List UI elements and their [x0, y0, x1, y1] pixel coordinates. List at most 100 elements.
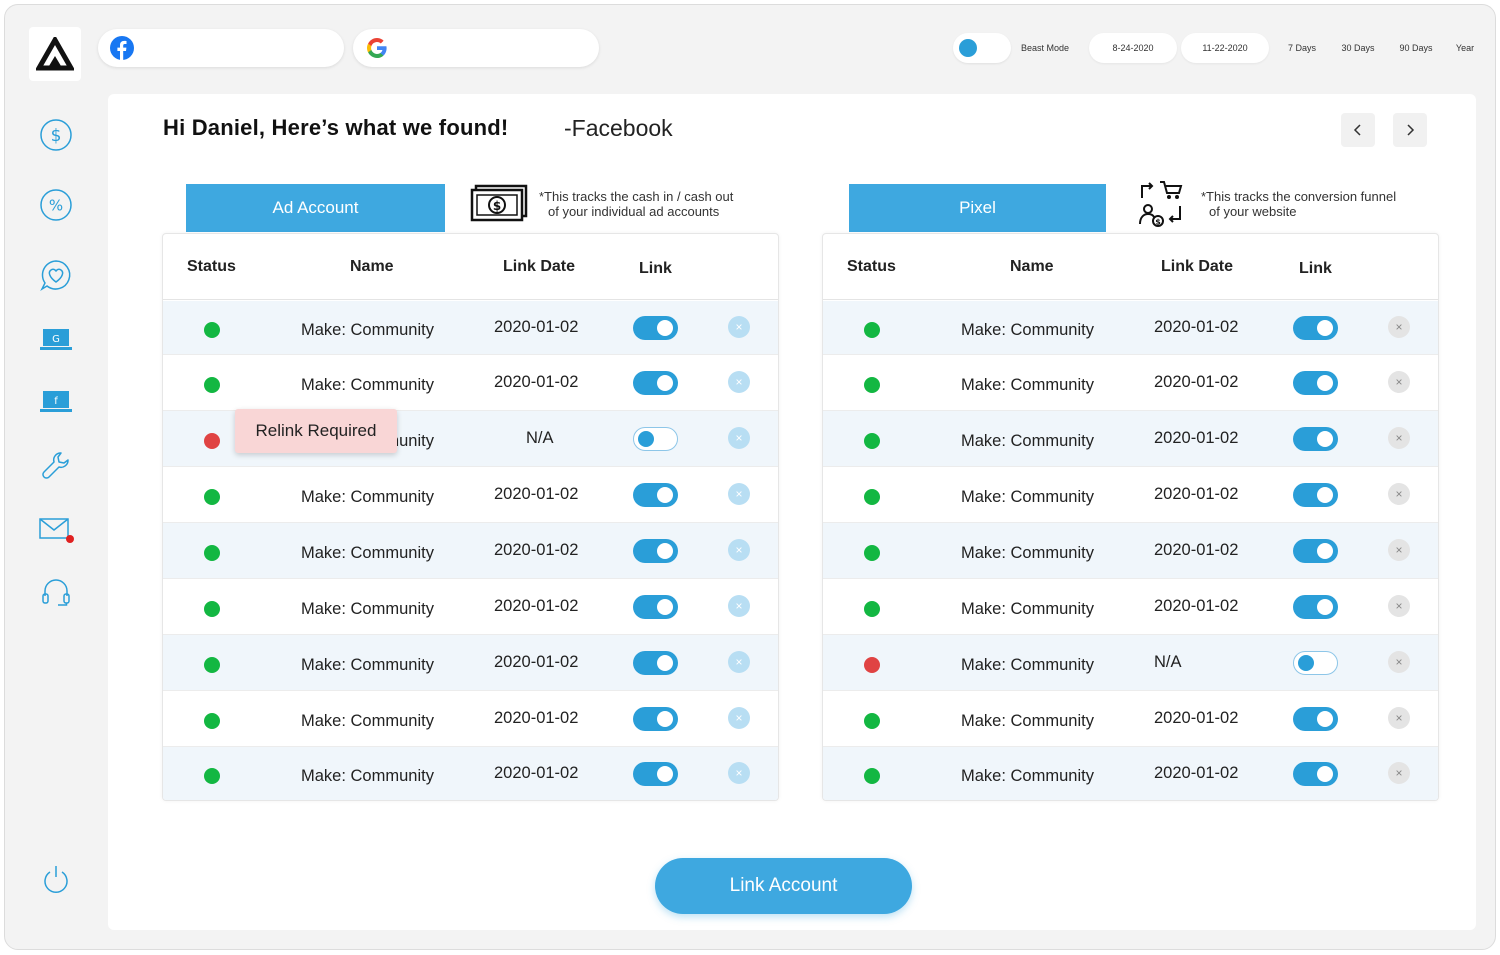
sidebar-item-mail[interactable]: [33, 507, 79, 551]
link-toggle[interactable]: [1293, 539, 1338, 563]
row-name: Make: Community: [961, 656, 1094, 674]
status-indicator: [204, 713, 220, 729]
status-indicator: [864, 489, 880, 505]
platform-label: -Facebook: [564, 115, 673, 141]
chevron-right-icon: [1407, 124, 1415, 136]
column-name: Name: [1010, 258, 1054, 275]
link-toggle[interactable]: [1293, 483, 1338, 507]
remove-button[interactable]: ×: [728, 483, 750, 505]
table-row: Make: Community 2020-01-02 ×: [163, 579, 778, 635]
next-button[interactable]: [1393, 113, 1427, 147]
google-account-selector[interactable]: [353, 29, 599, 67]
row-link-date: 2020-01-02: [1154, 541, 1239, 559]
beast-mode-toggle[interactable]: [953, 33, 1011, 63]
status-indicator: [864, 657, 880, 673]
ad-account-table: Status Name Link Date Link Make: Communi…: [162, 233, 779, 801]
link-toggle[interactable]: [1293, 651, 1338, 675]
remove-button[interactable]: ×: [728, 762, 750, 784]
pixel-note: *This tracks the conversion funnel of yo…: [1201, 189, 1396, 219]
brand-logo[interactable]: [29, 27, 81, 81]
row-name: Make: Community: [301, 321, 434, 339]
link-toggle[interactable]: [633, 539, 678, 563]
percent-icon: %: [40, 189, 72, 221]
tab-pixel[interactable]: Pixel: [849, 184, 1106, 232]
sidebar-item-engagement[interactable]: [33, 253, 79, 297]
chevron-left-icon: [1353, 124, 1361, 136]
range-90-days[interactable]: 90 Days: [1391, 33, 1441, 63]
remove-button[interactable]: ×: [1388, 427, 1410, 449]
link-toggle[interactable]: [633, 762, 678, 786]
remove-button[interactable]: ×: [1388, 483, 1410, 505]
row-link-date: 2020-01-02: [1154, 373, 1239, 391]
status-indicator: [204, 601, 220, 617]
table-row: Make: Community 2020-01-02 ×: [163, 523, 778, 579]
row-name: Make: Community: [301, 712, 434, 730]
remove-button[interactable]: ×: [728, 595, 750, 617]
remove-button[interactable]: ×: [1388, 539, 1410, 561]
heart-chat-icon: [40, 260, 71, 291]
remove-button[interactable]: ×: [1388, 316, 1410, 338]
row-link-date: 2020-01-02: [494, 373, 579, 391]
range-7-days[interactable]: 7 Days: [1277, 33, 1327, 63]
remove-button[interactable]: ×: [728, 539, 750, 561]
google-ads-icon: G: [40, 329, 72, 350]
remove-button[interactable]: ×: [728, 427, 750, 449]
tab-ad-account[interactable]: Ad Account: [186, 184, 445, 232]
table-row: Make: Community 2020-01-02 ×: [823, 523, 1438, 579]
link-toggle[interactable]: [633, 707, 678, 731]
column-status: Status: [847, 258, 896, 275]
prev-button[interactable]: [1341, 113, 1375, 147]
range-30-days[interactable]: 30 Days: [1333, 33, 1383, 63]
remove-button[interactable]: ×: [1388, 371, 1410, 393]
status-indicator: [864, 322, 880, 338]
sidebar-item-tools[interactable]: [33, 443, 79, 487]
remove-button[interactable]: ×: [1388, 762, 1410, 784]
facebook-account-selector[interactable]: [98, 29, 344, 67]
link-toggle[interactable]: [1293, 595, 1338, 619]
range-year[interactable]: Year: [1447, 33, 1483, 63]
remove-button[interactable]: ×: [1388, 707, 1410, 729]
link-toggle[interactable]: [633, 316, 678, 340]
sidebar-item-facebook-ads[interactable]: f: [33, 380, 79, 424]
sidebar-item-dollar[interactable]: $: [33, 113, 79, 157]
remove-button[interactable]: ×: [1388, 651, 1410, 673]
link-toggle[interactable]: [1293, 371, 1338, 395]
sidebar-item-support[interactable]: [33, 571, 79, 615]
link-toggle[interactable]: [633, 371, 678, 395]
power-icon: [44, 866, 68, 893]
mail-icon: [39, 518, 74, 543]
link-toggle[interactable]: [1293, 316, 1338, 340]
table-row: Make: Community 2020-01-02 ×: [823, 579, 1438, 635]
link-toggle[interactable]: [1293, 762, 1338, 786]
main-panel: Hi Daniel, Here’s what we found! -Facebo…: [108, 94, 1476, 930]
date-end-field[interactable]: 11-22-2020: [1181, 33, 1269, 63]
link-toggle[interactable]: [1293, 707, 1338, 731]
status-indicator: [864, 713, 880, 729]
row-link-date: 2020-01-02: [494, 653, 579, 671]
row-name: Make: Community: [961, 488, 1094, 506]
remove-button[interactable]: ×: [728, 371, 750, 393]
link-toggle[interactable]: [633, 651, 678, 675]
remove-button[interactable]: ×: [728, 707, 750, 729]
link-toggle[interactable]: [1293, 427, 1338, 451]
ad-account-note-line2: of your individual ad accounts: [548, 204, 720, 219]
link-toggle[interactable]: [633, 427, 678, 451]
ad-account-note-line1: *This tracks the cash in / cash out: [539, 189, 734, 204]
link-toggle[interactable]: [633, 483, 678, 507]
link-account-button[interactable]: Link Account: [655, 858, 912, 914]
column-link-date: Link Date: [1161, 258, 1234, 275]
row-name: Make: Community: [301, 767, 434, 785]
sidebar-item-percent[interactable]: %: [33, 183, 79, 227]
logout-button[interactable]: [33, 857, 79, 901]
remove-button[interactable]: ×: [1388, 595, 1410, 617]
status-indicator: [864, 601, 880, 617]
date-start-field[interactable]: 8-24-2020: [1089, 33, 1177, 63]
sidebar-item-google-ads[interactable]: G: [33, 318, 79, 362]
page-title: Hi Daniel, Here’s what we found!: [163, 115, 509, 140]
remove-button[interactable]: ×: [728, 651, 750, 673]
table-row: Make: Community N/A ×: [823, 635, 1438, 691]
link-toggle[interactable]: [633, 595, 678, 619]
status-indicator: [204, 489, 220, 505]
remove-button[interactable]: ×: [728, 316, 750, 338]
pixel-table: Status Name Link Date Link Make: Communi…: [822, 233, 1439, 801]
